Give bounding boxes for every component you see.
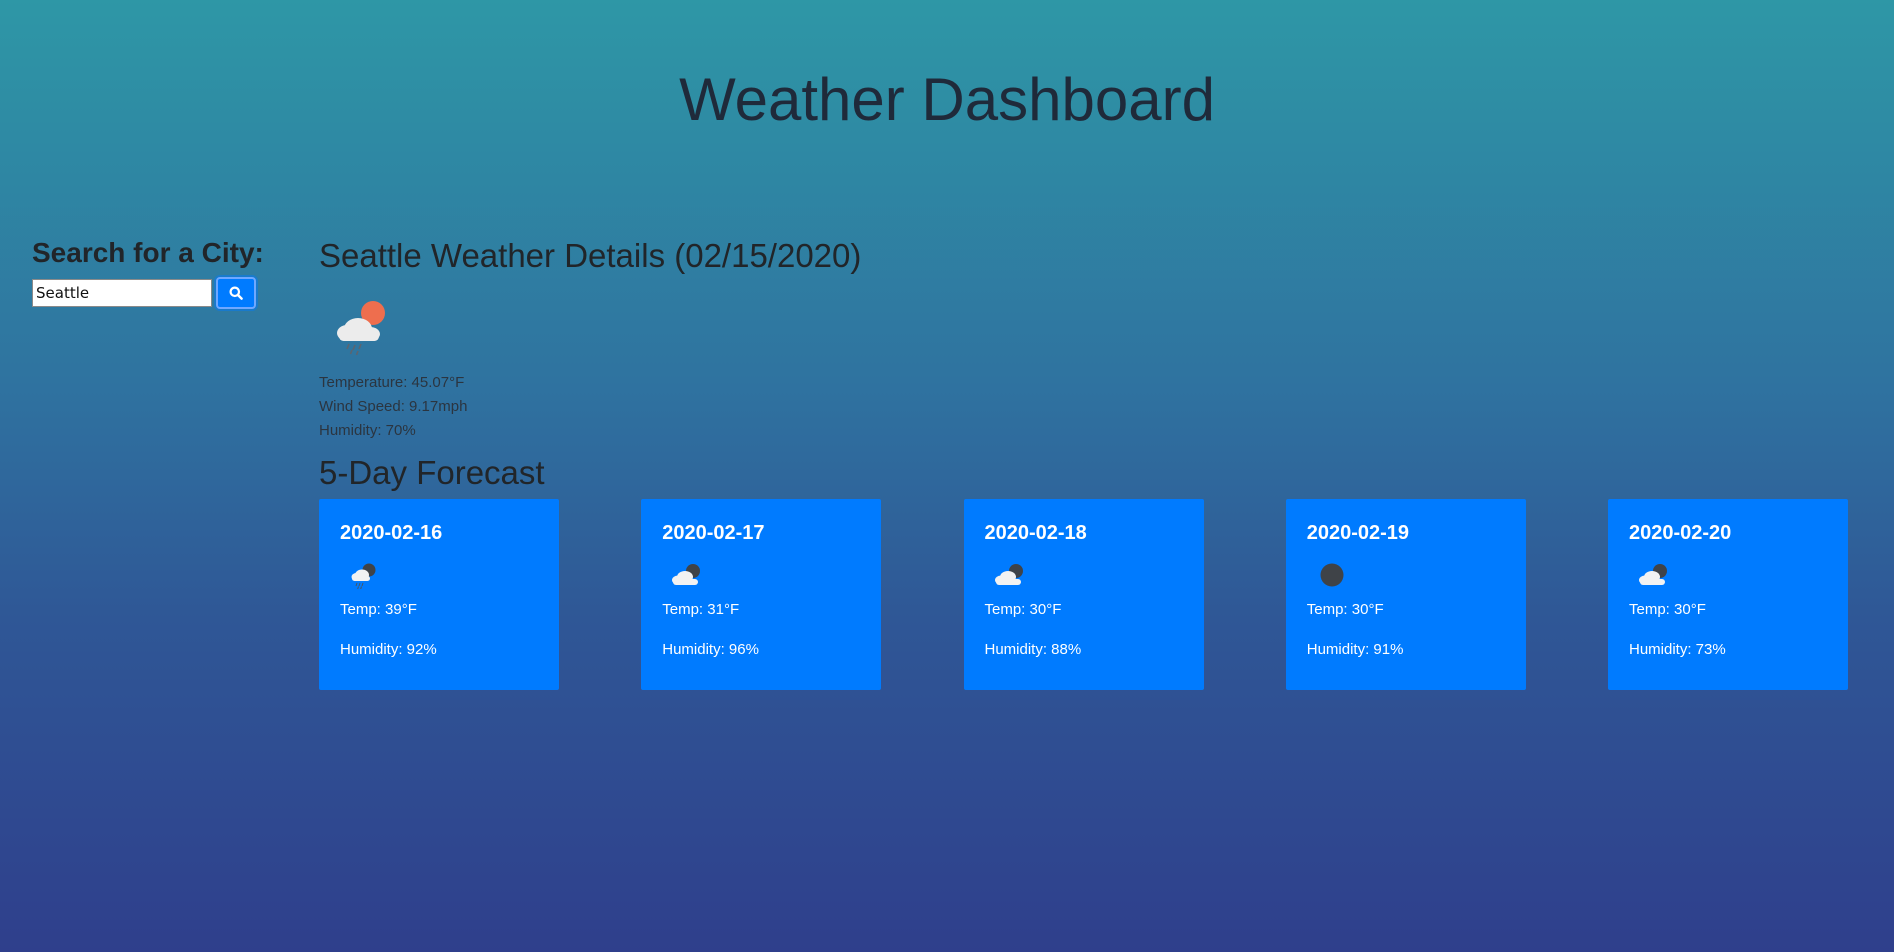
forecast-temp: Temp: 39°F bbox=[340, 601, 417, 618]
forecast-date: 2020-02-17 bbox=[662, 522, 765, 544]
humidity-text: Humidity: 70% bbox=[319, 422, 416, 439]
current-weather-section: Seattle Weather Details (02/15/2020) Tem… bbox=[319, 236, 1859, 443]
current-weather-heading: Seattle Weather Details (02/15/2020) bbox=[319, 237, 862, 274]
cloud-night-icon bbox=[667, 555, 707, 595]
forecast-card: 2020-02-19 Temp: 30°F Humidity: 91% bbox=[1285, 499, 1526, 690]
forecast-date: 2020-02-19 bbox=[1306, 522, 1410, 544]
cloud-night-icon bbox=[1634, 555, 1674, 595]
forecast-date: 2020-02-20 bbox=[1629, 522, 1732, 544]
search-row bbox=[32, 277, 272, 309]
clear-night-icon bbox=[1312, 555, 1352, 595]
forecast-humidity: Humidity: 91% bbox=[1306, 641, 1404, 658]
forecast-card: 2020-02-20 Temp: 30°F Humidity: 73% bbox=[1608, 499, 1848, 690]
forecast-temp: Temp: 30°F bbox=[1306, 601, 1384, 618]
forecast-humidity: Humidity: 96% bbox=[662, 641, 759, 658]
forecast-humidity: Humidity: 92% bbox=[340, 641, 437, 658]
forecast-row: 2020-02-16 Temp: 39°F Humidity: 92% 2020… bbox=[319, 499, 1848, 690]
search-button[interactable] bbox=[216, 277, 256, 309]
forecast-humidity: Humidity: 73% bbox=[1629, 641, 1726, 658]
forecast-card: 2020-02-18 Temp: 30°F Humidity: 88% bbox=[963, 499, 1204, 690]
city-search-input[interactable] bbox=[32, 279, 212, 307]
forecast-heading: 5-Day Forecast bbox=[319, 454, 545, 491]
wind-speed-text: Wind Speed: 9.17mph bbox=[319, 398, 468, 415]
temperature-text: Temperature: 45.07°F bbox=[319, 374, 465, 391]
forecast-temp: Temp: 30°F bbox=[1629, 601, 1706, 618]
forecast-card: 2020-02-17 Temp: 31°F Humidity: 96% bbox=[641, 499, 882, 690]
forecast-card: 2020-02-16 Temp: 39°F Humidity: 92% bbox=[319, 499, 559, 690]
forecast-temp: Temp: 31°F bbox=[662, 601, 740, 618]
forecast-temp: Temp: 30°F bbox=[984, 601, 1062, 618]
search-heading: Search for a City: bbox=[32, 237, 264, 268]
cloud-rain-night-icon bbox=[345, 555, 385, 595]
search-icon bbox=[229, 286, 243, 300]
search-panel: Search for a City: bbox=[32, 234, 272, 309]
forecast-date: 2020-02-16 bbox=[340, 522, 443, 544]
forecast-humidity: Humidity: 88% bbox=[984, 641, 1082, 658]
current-weather-details: Temperature: 45.07°F Wind Speed: 9.17mph… bbox=[319, 371, 1859, 443]
cloud-sun-rain-icon bbox=[323, 286, 403, 366]
forecast-date: 2020-02-18 bbox=[984, 522, 1087, 544]
cloud-night-icon bbox=[990, 555, 1030, 595]
page-title: Weather Dashboard bbox=[679, 66, 1215, 133]
